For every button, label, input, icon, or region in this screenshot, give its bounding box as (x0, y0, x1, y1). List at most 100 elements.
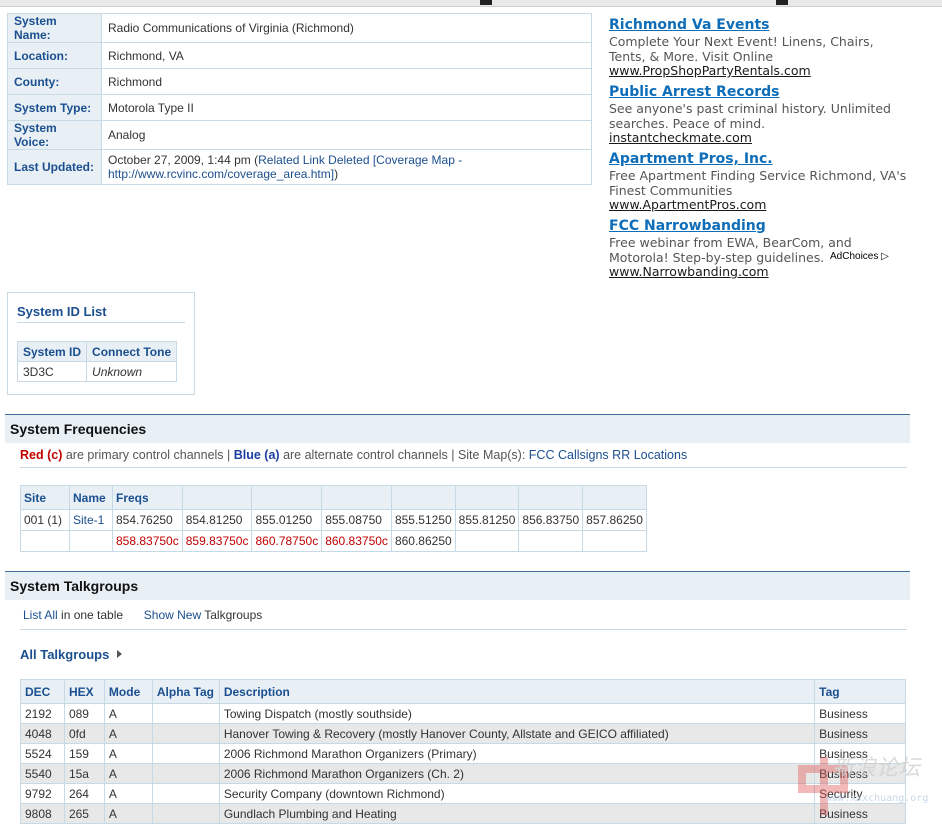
tg-hex: 089 (63, 703, 105, 724)
legend-red: Red (c) (20, 448, 63, 462)
last-updated-date: October 27, 2009, 1:44 pm (108, 153, 251, 167)
tg-alpha-tag (151, 743, 220, 764)
frequency-cell: 857.86250 (582, 509, 647, 531)
ad-url-link[interactable]: instantcheckmate.com (609, 131, 909, 145)
site-name-link[interactable]: Site-1 (73, 513, 104, 527)
tg-dec: 5524 (20, 743, 65, 764)
column-header-blank (390, 485, 456, 510)
link-suffix: in one table (57, 608, 124, 622)
paren: ) (334, 167, 339, 181)
tg-mode: A (103, 703, 153, 724)
tg-hex: 159 (63, 743, 105, 764)
frequency-cell: 855.81250 (454, 509, 520, 531)
tg-alpha-tag (151, 763, 220, 784)
tg-hex: 0fd (63, 723, 105, 744)
system-id-heading: System ID List (17, 304, 107, 319)
ad-item: Public Arrest Records See anyone's past c… (609, 84, 909, 145)
tg-description: Towing Dispatch (mostly southside) (218, 703, 816, 724)
info-key: System Voice: (7, 120, 102, 150)
tg-tag: Business (814, 703, 906, 724)
info-key: System Name: (7, 13, 102, 43)
tg-alpha-tag (151, 803, 220, 824)
info-row-last-updated: Last Updated: October 27, 2009, 1:44 pm (… (7, 149, 592, 185)
info-row: System Voice: Analog (7, 120, 592, 150)
all-talkgroups-label: All Talkgroups (20, 647, 110, 662)
toolbar-icon (776, 0, 788, 5)
system-id-value: 3D3C (16, 361, 88, 382)
chevron-right-icon (117, 650, 123, 658)
tg-dec: 5540 (20, 763, 65, 784)
info-key: Last Updated: (7, 149, 102, 185)
info-row: System Name: Radio Communications of Virg… (7, 13, 592, 43)
frequency-cell: 860.78750c (251, 530, 323, 552)
ad-item: Richmond Va Events Complete Your Next Eve… (609, 17, 909, 78)
ad-url-link[interactable]: www.Narrowbanding.com (609, 265, 909, 279)
tg-tag: Business (814, 763, 906, 784)
column-header: Connect Tone (86, 341, 178, 362)
info-value: Radio Communications of Virginia (Richmo… (101, 13, 592, 43)
tg-mode: A (103, 763, 153, 784)
table-row: 5540 15a A 2006 Richmond Marathon Organizer… (20, 763, 906, 784)
tg-alpha-tag (151, 783, 220, 804)
divider (17, 322, 185, 323)
talkgroups-header-row: DEC HEX Mode Alpha Tag Description Tag (20, 679, 906, 704)
section-title: System Talkgroups (10, 578, 139, 594)
toolbar-icon (480, 0, 492, 5)
tg-dec: 4048 (20, 723, 65, 744)
tg-mode: A (103, 803, 153, 824)
ad-description: Free Apartment Finding Service Richmond,… (609, 168, 907, 198)
link-suffix: Talkgroups (201, 608, 263, 622)
column-header: Site (20, 485, 70, 510)
column-header-blank (321, 485, 392, 510)
frequency-cell: 854.81250 (181, 509, 253, 531)
frequency-cell: 860.83750c (321, 530, 392, 552)
section-header-frequencies: System Frequencies (5, 414, 910, 443)
table-row: 4048 0fd A Hanover Towing & Recovery (mostl… (20, 723, 906, 744)
ad-url-link[interactable]: www.PropShopPartyRentals.com (609, 64, 909, 78)
tg-description: 2006 Richmond Marathon Organizers (Ch. 2… (218, 763, 816, 784)
frequency-cell: 860.86250 (390, 530, 456, 552)
tg-hex: 15a (63, 763, 105, 784)
frequency-cell: 855.08750 (321, 509, 392, 531)
ad-title-link[interactable]: FCC Narrowbanding (609, 218, 909, 235)
talkgroup-links: List All in one table Show New Talkgroup… (23, 608, 262, 622)
column-header: DEC (20, 679, 65, 704)
divider (20, 629, 907, 630)
table-row: 2192 089 A Towing Dispatch (mostly southsid… (20, 703, 906, 724)
column-header: Description (218, 679, 816, 704)
table-row: 9808 265 A Gundlach Plumbing and Heating Bus… (20, 803, 906, 824)
tg-dec: 9792 (20, 783, 65, 804)
list-all-link[interactable]: List All (23, 608, 58, 622)
frequency-cell: 855.51250 (390, 509, 456, 531)
frequency-cell (518, 530, 584, 552)
show-new-link[interactable]: Show New (144, 608, 201, 622)
table-row: 9792 264 A Security Company (downtown Richm… (20, 783, 906, 804)
ad-title-link[interactable]: Apartment Pros, Inc. (609, 151, 909, 168)
column-header: Mode (103, 679, 153, 704)
frequency-table: Site Name Freqs 001 (1) Site-1 854.76250 854.… (20, 485, 647, 552)
column-header-blank (251, 485, 323, 510)
talkgroups-table: DEC HEX Mode Alpha Tag Description Tag 2192 089… (20, 679, 906, 824)
empty-cell (20, 530, 70, 552)
tg-tag: Business (814, 803, 906, 824)
fcc-callsigns-link[interactable]: FCC Callsigns (529, 448, 609, 462)
frequency-cell: 854.76250 (112, 509, 183, 531)
adchoices-link[interactable]: AdChoices ▷ (830, 251, 889, 262)
info-key: Location: (7, 42, 102, 69)
column-header: HEX (63, 679, 105, 704)
rr-locations-link[interactable]: RR Locations (612, 448, 687, 462)
empty-cell (69, 530, 113, 552)
column-header-blank (518, 485, 584, 510)
tg-tag: Business (814, 723, 906, 744)
frequency-cell: 859.83750c (181, 530, 253, 552)
info-row: System Type: Motorola Type II (7, 94, 592, 121)
info-value: Richmond (101, 68, 592, 95)
ad-title-link[interactable]: Richmond Va Events (609, 17, 909, 34)
ad-title-link[interactable]: Public Arrest Records (609, 84, 909, 101)
info-row: County: Richmond (7, 68, 592, 95)
ad-url-link[interactable]: www.ApartmentPros.com (609, 198, 909, 212)
tg-dec: 2192 (20, 703, 65, 724)
all-talkgroups-toggle[interactable]: All Talkgroups (20, 647, 123, 662)
tg-dec: 9808 (20, 803, 65, 824)
section-title: System Frequencies (10, 421, 147, 437)
